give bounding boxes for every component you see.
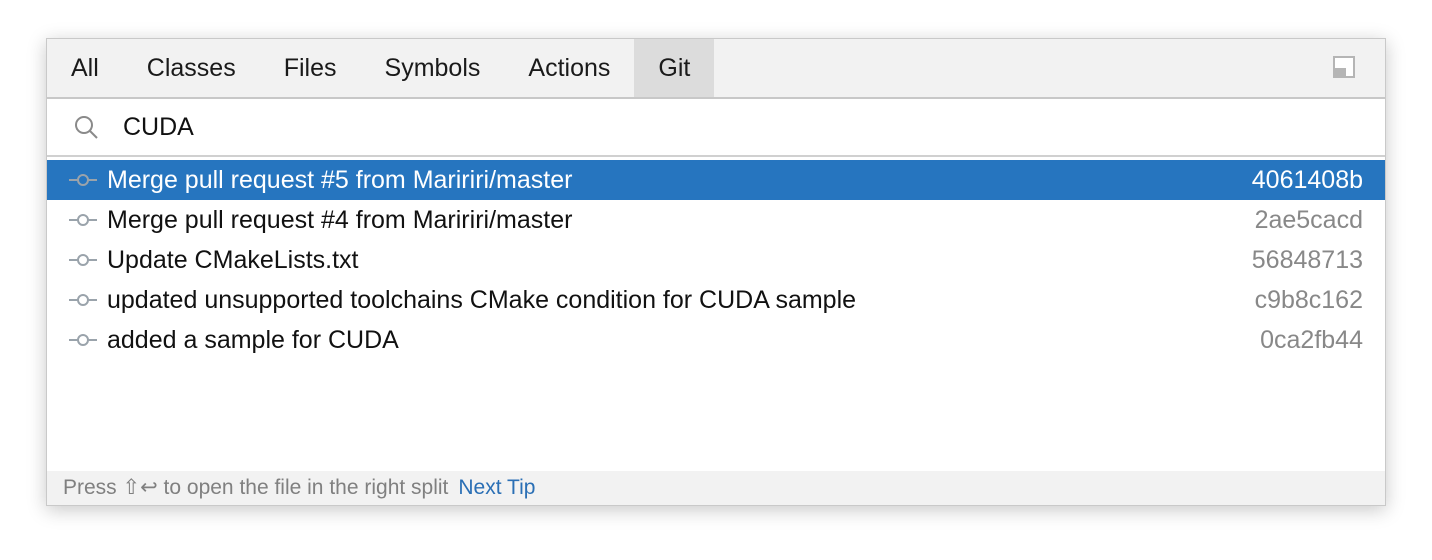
commit-icon [69,253,97,267]
tab-symbols[interactable]: Symbols [361,39,505,97]
list-item[interactable]: Merge pull request #5 from Maririri/mast… [47,160,1385,200]
commit-hash: c9b8c162 [1254,285,1363,314]
tab-bar: All Classes Files Symbols Actions Git [47,39,1385,99]
commit-message: Update CMakeLists.txt [107,245,359,274]
results-list: Merge pull request #5 from Maririri/mast… [47,157,1385,360]
commit-message: Merge pull request #4 from Maririri/mast… [107,205,573,234]
search-row [47,99,1385,157]
commit-hash: 0ca2fb44 [1260,325,1363,354]
tab-all[interactable]: All [47,39,123,97]
search-everywhere-popup: All Classes Files Symbols Actions Git Me… [46,38,1386,506]
commit-icon [69,333,97,347]
commit-message: Merge pull request #5 from Maririri/mast… [107,165,573,194]
search-input[interactable] [121,111,1225,143]
commit-hash: 4061408b [1251,165,1363,194]
tab-git[interactable]: Git [634,39,715,97]
tab-files[interactable]: Files [260,39,361,97]
commit-icon [69,293,97,307]
list-item[interactable]: Update CMakeLists.txt 56848713 [47,240,1385,280]
commit-hash: 2ae5cacd [1254,205,1363,234]
commit-icon [69,173,97,187]
next-tip-link[interactable]: Next Tip [458,476,535,499]
list-item[interactable]: updated unsupported toolchains CMake con… [47,280,1385,320]
commit-hash: 56848713 [1251,245,1363,274]
commit-icon [69,213,97,227]
list-item[interactable]: Merge pull request #4 from Maririri/mast… [47,200,1385,240]
list-item[interactable]: added a sample for CUDA 0ca2fb44 [47,320,1385,360]
tab-classes[interactable]: Classes [123,39,260,97]
tip-text: Press ⇧↩ to open the file in the right s… [63,476,449,499]
tab-actions[interactable]: Actions [504,39,634,97]
commit-message: updated unsupported toolchains CMake con… [107,285,857,314]
commit-message: added a sample for CUDA [107,325,399,354]
search-icon [75,116,98,139]
tip-footer: Press ⇧↩ to open the file in the right s… [47,471,1385,505]
preview-toggle-icon[interactable] [1333,56,1355,78]
